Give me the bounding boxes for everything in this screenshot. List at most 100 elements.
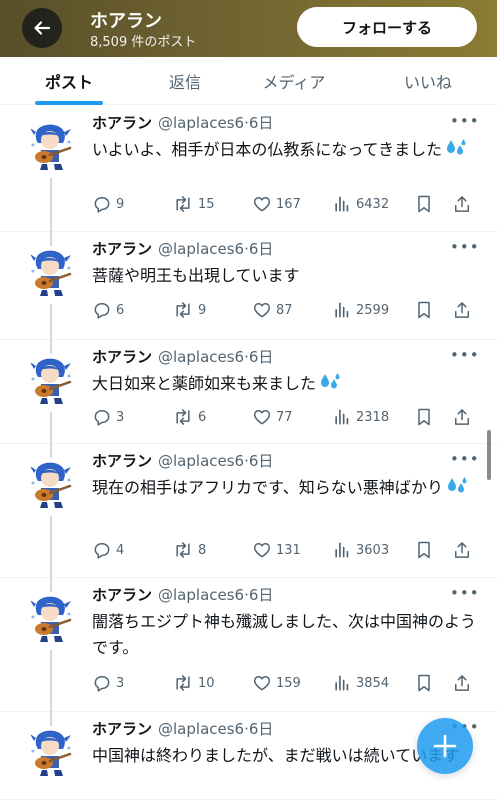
- handle-text: @laplaces6: [158, 586, 245, 604]
- author-name[interactable]: ホアラン: [92, 452, 152, 470]
- views-button[interactable]: 2318: [332, 405, 389, 429]
- more-options-icon[interactable]: •••: [450, 238, 480, 256]
- views-button[interactable]: 3854: [332, 671, 389, 695]
- author-name[interactable]: ホアラン: [92, 114, 152, 132]
- tweet-actions: 9 15 167 6432: [92, 192, 482, 216]
- avatar[interactable]: [24, 458, 78, 512]
- active-tab-indicator: [35, 101, 103, 105]
- tweet[interactable]: ホアラン @laplaces6·6日 ••• 菩薩や明王も出現しています 6 9 87 259…: [0, 232, 497, 340]
- more-options-icon[interactable]: •••: [450, 346, 480, 364]
- bookmark-button[interactable]: [415, 405, 437, 429]
- tweet[interactable]: ホアラン @laplaces6·6日 ••• 現在の相手はアフリカです、知らない悪神ば…: [0, 444, 497, 578]
- bookmark-button[interactable]: [415, 192, 437, 216]
- avatar[interactable]: [24, 246, 78, 300]
- author-handle[interactable]: @laplaces6·6日: [158, 348, 273, 366]
- reply-button[interactable]: 3: [92, 405, 124, 429]
- scrollbar[interactable]: [487, 430, 491, 480]
- tweet[interactable]: ホアラン @laplaces6·6日 ••• 大日如来と薬師如来も来ました 3 6 77 23…: [0, 340, 497, 444]
- repost-button[interactable]: 8: [172, 538, 206, 562]
- author-name[interactable]: ホアラン: [92, 240, 152, 258]
- views-button[interactable]: 3603: [332, 538, 389, 562]
- tweet-time[interactable]: 6日: [249, 720, 274, 738]
- follow-button[interactable]: フォローする: [297, 7, 477, 47]
- share-button[interactable]: [452, 298, 476, 322]
- more-options-icon[interactable]: •••: [450, 584, 480, 602]
- like-button[interactable]: 159: [252, 671, 301, 695]
- reply-button[interactable]: 6: [92, 298, 124, 322]
- heart-icon: [253, 676, 271, 691]
- more-options-icon[interactable]: •••: [450, 112, 480, 130]
- author-handle[interactable]: @laplaces6·6日: [158, 720, 273, 738]
- more-options-icon[interactable]: •••: [450, 450, 480, 468]
- reply-button[interactable]: 3: [92, 671, 124, 695]
- tweet[interactable]: ホアラン @laplaces6·6日 ••• いよいよ、相手が日本の仏教系になってきま…: [0, 106, 497, 232]
- views-button[interactable]: 2599: [332, 298, 389, 322]
- author-handle[interactable]: @laplaces6·6日: [158, 586, 273, 604]
- like-count: 131: [276, 542, 301, 558]
- repost-count: 9: [198, 302, 207, 318]
- tweet-time[interactable]: 6日: [249, 114, 274, 132]
- repost-button[interactable]: 6: [172, 405, 206, 429]
- tweet-time[interactable]: 6日: [249, 452, 274, 470]
- views-button[interactable]: 6432: [332, 192, 389, 216]
- tab-posts[interactable]: ポスト: [20, 57, 118, 105]
- reply-button[interactable]: 4: [92, 538, 124, 562]
- tab-likes[interactable]: いいね: [380, 57, 476, 105]
- tweet[interactable]: ホアラン @laplaces6·6日 ••• 闇落ちエジプト神も殲滅しました、次は中国…: [0, 578, 497, 712]
- view-count: 2318: [356, 409, 390, 425]
- thread-connector: [50, 516, 52, 578]
- tweet-text: 闇落ちエジプト神も殲滅しました、次は中国神のようです。: [92, 609, 477, 661]
- tweet-time[interactable]: 6日: [249, 240, 274, 258]
- avatar[interactable]: [24, 120, 78, 174]
- reply-icon: [94, 303, 110, 319]
- avatar[interactable]: [24, 354, 78, 408]
- heart-icon: [253, 197, 271, 212]
- thread-connector: [50, 340, 52, 354]
- author-handle[interactable]: @laplaces6·6日: [158, 114, 273, 132]
- repost-icon: [176, 409, 190, 425]
- avatar[interactable]: [24, 726, 78, 780]
- bookmark-button[interactable]: [415, 671, 437, 695]
- share-icon: [455, 302, 469, 318]
- thread-connector: [50, 304, 52, 340]
- repost-icon: [176, 675, 190, 691]
- like-button[interactable]: 87: [252, 298, 293, 322]
- author-name[interactable]: ホアラン: [92, 720, 152, 738]
- tweet-time[interactable]: 6日: [249, 586, 274, 604]
- tab-replies[interactable]: 返信: [135, 57, 235, 105]
- share-button[interactable]: [452, 538, 476, 562]
- author-handle[interactable]: @laplaces6·6日: [158, 452, 273, 470]
- author-handle[interactable]: @laplaces6·6日: [158, 240, 273, 258]
- tweet-body: 大日如来と薬師如来も来ました: [92, 374, 317, 393]
- author-name[interactable]: ホアラン: [92, 348, 152, 366]
- repost-button[interactable]: 15: [172, 192, 215, 216]
- reply-icon: [94, 410, 110, 426]
- repost-button[interactable]: 10: [172, 671, 215, 695]
- tweet-header: ホアラン @laplaces6·6日: [92, 718, 273, 739]
- back-button[interactable]: [22, 8, 62, 48]
- bookmark-icon: [418, 674, 430, 692]
- avatar[interactable]: [24, 592, 78, 646]
- tab-media[interactable]: メディア: [242, 57, 346, 105]
- repost-button[interactable]: 9: [172, 298, 206, 322]
- share-button[interactable]: [452, 405, 476, 429]
- like-button[interactable]: 77: [252, 405, 293, 429]
- views-icon: [335, 196, 349, 212]
- compose-button[interactable]: [417, 718, 473, 774]
- like-button[interactable]: 131: [252, 538, 301, 562]
- reply-count: 3: [116, 409, 125, 425]
- tweet-body: 菩薩や明王も出現しています: [92, 266, 300, 285]
- profile-name: ホアラン: [90, 11, 162, 32]
- like-button[interactable]: 167: [252, 192, 301, 216]
- share-button[interactable]: [452, 671, 476, 695]
- guitar-player-avatar-icon: [24, 246, 78, 300]
- share-button[interactable]: [452, 192, 476, 216]
- author-name[interactable]: ホアラン: [92, 586, 152, 604]
- tweet-time[interactable]: 6日: [249, 348, 274, 366]
- reply-button[interactable]: 9: [92, 192, 124, 216]
- bookmark-button[interactable]: [415, 298, 437, 322]
- sweat-droplets-icon: [321, 373, 340, 389]
- tweet-body: いよいよ、相手が日本の仏教系になってきました: [92, 140, 443, 159]
- bookmark-button[interactable]: [415, 538, 437, 562]
- views-icon: [335, 302, 349, 318]
